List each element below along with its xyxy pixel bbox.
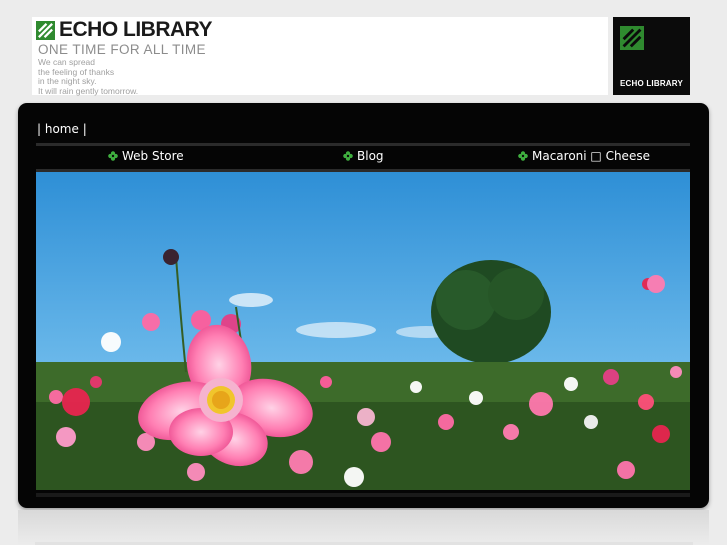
brand-badge[interactable]: ECHO LIBRARY	[613, 17, 690, 95]
poem-line: It will rain gently tomorrow.	[38, 85, 139, 96]
clover-icon	[518, 151, 528, 161]
clover-icon	[343, 151, 353, 161]
poem: We can spread the feeling of thanks in t…	[38, 57, 139, 96]
main-panel: | home | Web Store Blog Macaroni □ Chees…	[18, 103, 709, 508]
nav-item-blog[interactable]: Blog	[343, 149, 384, 163]
flower-field-photo	[36, 172, 690, 490]
logo-mark-icon	[36, 20, 55, 40]
divider: |	[37, 122, 45, 136]
site-logo[interactable]: ECHO LIBRARY	[36, 18, 213, 41]
home-link[interactable]: home	[45, 122, 79, 136]
site-header: ECHO LIBRARY ONE TIME FOR ALL TIME We ca…	[32, 17, 608, 95]
top-nav: | home |	[37, 122, 87, 136]
badge-text: ECHO LIBRARY	[620, 79, 683, 88]
panel-reflection	[18, 510, 709, 545]
nav-label: Blog	[357, 149, 384, 163]
hero-image	[36, 172, 690, 490]
clover-icon	[108, 151, 118, 161]
tagline: ONE TIME FOR ALL TIME	[38, 42, 206, 57]
nav-item-macaroni-cheese[interactable]: Macaroni □ Cheese	[518, 149, 650, 163]
nav-label: Web Store	[122, 149, 184, 163]
logo-mark-icon	[620, 26, 644, 50]
main-nav: Web Store Blog Macaroni □ Cheese	[36, 147, 690, 169]
nav-label: Macaroni □ Cheese	[532, 149, 650, 163]
divider: |	[78, 122, 87, 136]
divider	[36, 143, 690, 146]
logo-text: ECHO LIBRARY	[59, 18, 213, 41]
divider	[36, 493, 690, 497]
nav-item-web-store[interactable]: Web Store	[108, 149, 184, 163]
